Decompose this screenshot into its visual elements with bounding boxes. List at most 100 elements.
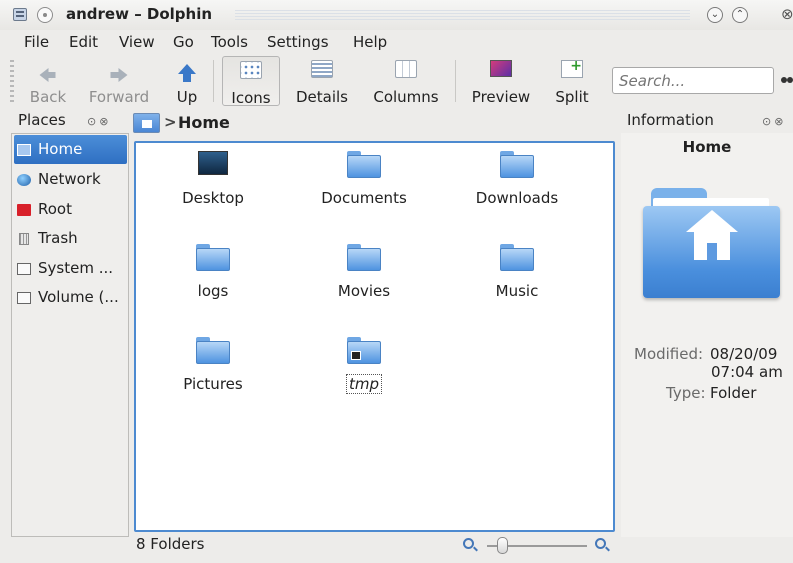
columns-view-button[interactable]: Columns bbox=[366, 56, 446, 106]
info-panel-buttons[interactable]: ⊙⊗ bbox=[762, 115, 786, 128]
file-item-tmp[interactable]: tmp bbox=[294, 337, 434, 394]
file-name: Documents bbox=[321, 189, 407, 207]
folder-icon bbox=[347, 244, 381, 271]
places-item-root[interactable]: Root bbox=[14, 195, 127, 224]
info-item-name: Home bbox=[682, 138, 732, 156]
file-item-downloads[interactable]: Downloads bbox=[447, 151, 587, 207]
icons-label: Icons bbox=[231, 89, 271, 107]
folder-icon bbox=[196, 337, 230, 364]
desktop-icon bbox=[198, 151, 228, 175]
maximize-icon[interactable]: ⌃ bbox=[732, 7, 748, 23]
home-icon[interactable] bbox=[133, 113, 160, 133]
details-view-button[interactable]: Details bbox=[288, 56, 356, 106]
places-list: Home Network Root Trash System ... Volum… bbox=[11, 133, 129, 537]
file-name: logs bbox=[197, 282, 229, 300]
menu-go[interactable]: Go bbox=[173, 33, 194, 51]
network-icon bbox=[17, 174, 31, 186]
places-item-system[interactable]: System ... bbox=[14, 254, 127, 283]
home-folder-icon bbox=[643, 188, 780, 298]
places-panel-buttons[interactable]: ⊙⊗ bbox=[87, 115, 111, 128]
split-icon bbox=[561, 58, 583, 78]
up-label: Up bbox=[176, 88, 198, 106]
places-item-home[interactable]: Home bbox=[14, 135, 127, 164]
details-view-icon bbox=[311, 60, 333, 78]
folder-icon bbox=[500, 244, 534, 271]
menu-help[interactable]: Help bbox=[353, 33, 387, 51]
icons-view-button[interactable]: Icons bbox=[222, 56, 280, 107]
home-icon bbox=[17, 144, 31, 156]
file-name: Pictures bbox=[183, 375, 243, 393]
zoom-in-icon[interactable] bbox=[595, 538, 606, 549]
trash-icon bbox=[19, 233, 29, 245]
search-input[interactable] bbox=[612, 67, 774, 94]
icons-view-icon bbox=[240, 61, 262, 79]
file-item-desktop[interactable]: Desktop bbox=[143, 151, 283, 207]
places-item-network[interactable]: Network bbox=[14, 165, 127, 194]
places-item-label: Network bbox=[38, 170, 101, 188]
preview-icon bbox=[490, 60, 512, 77]
details-label: Details bbox=[295, 88, 348, 106]
menu-view[interactable]: View bbox=[119, 33, 155, 51]
places-panel-title: Places bbox=[18, 111, 66, 129]
file-name: Downloads bbox=[475, 189, 559, 207]
close-icon[interactable]: ⊗ bbox=[781, 5, 793, 23]
places-item-label: Trash bbox=[38, 229, 78, 247]
zoom-slider-handle[interactable] bbox=[497, 537, 508, 554]
menu-bar: File Edit View Go Tools Settings Help bbox=[0, 30, 793, 54]
places-item-label: Root bbox=[38, 200, 72, 218]
file-item-documents[interactable]: Documents bbox=[294, 151, 434, 207]
drive-icon bbox=[17, 292, 31, 304]
split-button[interactable]: Split bbox=[547, 56, 597, 106]
forward-arrow-icon bbox=[110, 68, 128, 82]
file-name: Music bbox=[495, 282, 539, 300]
file-item-music[interactable]: Music bbox=[447, 244, 587, 300]
places-item-label: System ... bbox=[38, 259, 114, 277]
menu-tools[interactable]: Tools bbox=[211, 33, 248, 51]
drive-icon bbox=[17, 263, 31, 275]
columns-view-icon bbox=[395, 60, 417, 78]
toolbar-separator bbox=[213, 60, 214, 102]
file-item-logs[interactable]: logs bbox=[143, 244, 283, 300]
status-text: 8 Folders bbox=[136, 535, 205, 553]
folder-icon bbox=[347, 151, 381, 178]
modified-date: 08/20/09 bbox=[710, 345, 778, 363]
root-folder-icon bbox=[17, 204, 31, 216]
places-item-volume[interactable]: Volume (... bbox=[14, 283, 127, 312]
file-item-movies[interactable]: Movies bbox=[294, 244, 434, 300]
title-decoration bbox=[235, 10, 690, 20]
folder-link-icon bbox=[347, 337, 381, 364]
folder-icon bbox=[500, 151, 534, 178]
places-item-trash[interactable]: Trash bbox=[14, 224, 127, 253]
menu-edit[interactable]: Edit bbox=[69, 33, 98, 51]
file-name: tmp bbox=[345, 374, 383, 394]
menu-file[interactable]: File bbox=[24, 33, 49, 51]
modified-time: 07:04 am bbox=[711, 363, 783, 381]
toolbar-grip[interactable] bbox=[10, 60, 14, 104]
type-value: Folder bbox=[710, 384, 757, 402]
folder-icon bbox=[196, 244, 230, 271]
sticky-icon[interactable] bbox=[37, 7, 53, 23]
preview-button[interactable]: Preview bbox=[464, 56, 538, 106]
title-bar[interactable]: andrew – Dolphin ⌄ ⌃ ⊗ bbox=[0, 0, 793, 30]
minimize-icon[interactable]: ⌄ bbox=[707, 7, 723, 23]
up-arrow-icon bbox=[178, 64, 196, 82]
up-button[interactable]: Up bbox=[170, 56, 204, 106]
breadcrumb-separator[interactable]: > bbox=[164, 113, 177, 131]
symlink-badge-icon bbox=[351, 351, 361, 360]
toolbar-separator bbox=[455, 60, 456, 102]
places-item-label: Home bbox=[38, 140, 83, 158]
file-view[interactable]: Desktop Documents Downloads logs Movies … bbox=[134, 141, 615, 532]
forward-button[interactable]: Forward bbox=[82, 56, 156, 106]
file-item-pictures[interactable]: Pictures bbox=[143, 337, 283, 393]
type-label: Type: bbox=[666, 384, 706, 402]
zoom-out-icon[interactable] bbox=[463, 538, 474, 549]
breadcrumb-current[interactable]: Home bbox=[178, 113, 230, 132]
back-label: Back bbox=[29, 88, 67, 106]
info-panel-title: Information bbox=[627, 111, 714, 129]
back-arrow-icon bbox=[39, 68, 56, 82]
window-menu-icon[interactable] bbox=[13, 8, 27, 21]
back-button[interactable]: Back bbox=[24, 56, 72, 106]
forward-label: Forward bbox=[88, 88, 150, 106]
binoculars-icon[interactable] bbox=[781, 75, 793, 85]
menu-settings[interactable]: Settings bbox=[267, 33, 329, 51]
